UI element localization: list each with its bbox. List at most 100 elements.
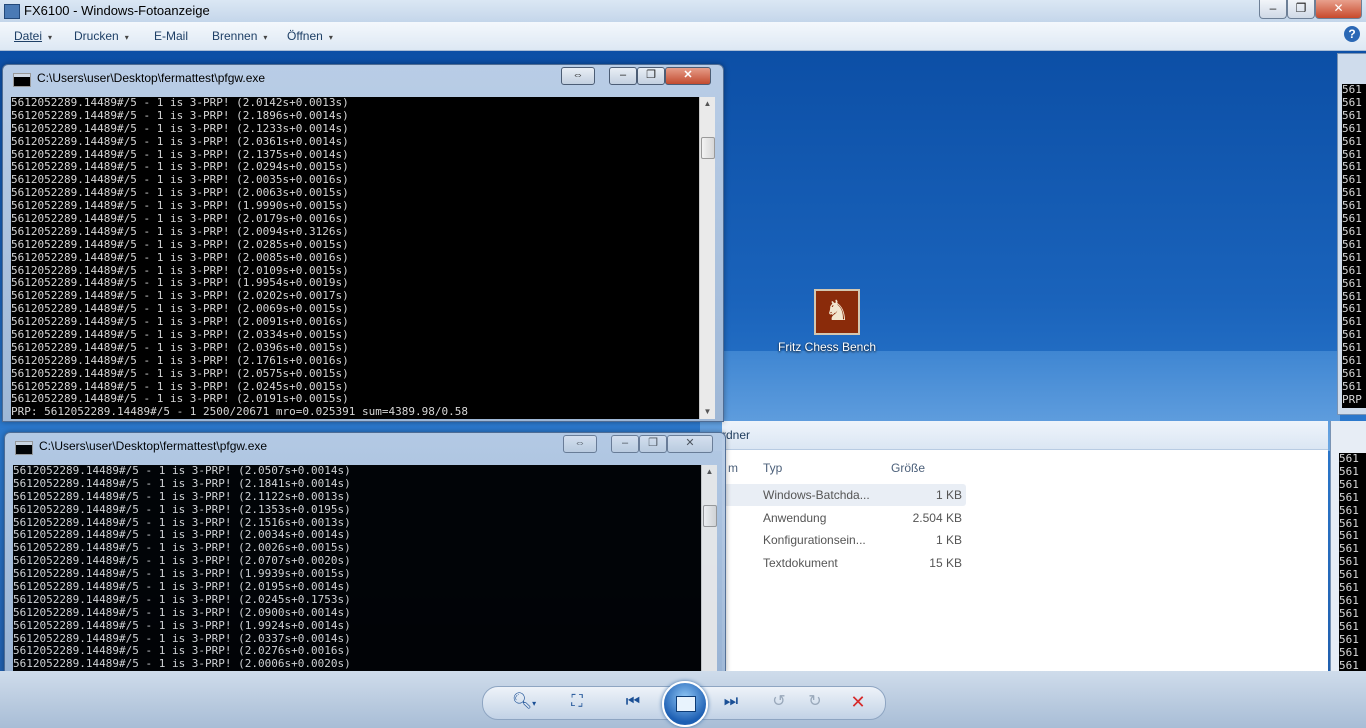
- menu-drucken[interactable]: Drucken ▾: [74, 29, 129, 43]
- close-button[interactable]: ✕: [1315, 0, 1362, 19]
- console-line: 5612052289.14489#/5 - 1 is 3-PRP! (2.017…: [11, 212, 349, 226]
- fritz-label: Fritz Chess Bench: [778, 340, 877, 354]
- file-row: Textdokument 15 KB: [722, 552, 966, 574]
- column-size: Größe: [891, 461, 926, 475]
- menu-email[interactable]: E-Mail: [154, 29, 188, 43]
- explorer-header: rdner: [722, 421, 1328, 450]
- console-line: 561: [1339, 606, 1359, 620]
- console-line: 5612052289.14489#/5 - 1 is 3-PRP! (2.033…: [11, 328, 349, 342]
- file-type: Anwendung: [763, 511, 827, 525]
- console-line: PRP: 5612052289.14489#/5 - 1 2500/20671 …: [11, 405, 468, 419]
- console-line: 561: [1339, 453, 1359, 465]
- slideshow-icon[interactable]: [662, 681, 708, 727]
- console-title: C:\Users\user\Desktop\fermattest\pfgw.ex…: [37, 71, 266, 85]
- console-line: 561: [1342, 379, 1362, 393]
- scroll-thumb[interactable]: [703, 505, 717, 527]
- maximize-button[interactable]: ❐: [637, 67, 665, 85]
- rotate-right-icon[interactable]: ↻: [804, 692, 826, 712]
- column-type: Typ: [763, 461, 783, 475]
- console-line: 5612052289.14489#/5 - 1 is 3-PRP! (2.090…: [13, 605, 351, 619]
- console-line: PRP: [1342, 392, 1362, 406]
- console-line: 561: [1339, 645, 1359, 659]
- console-line: 561: [1339, 593, 1359, 607]
- console-line: 5612052289.14489#/5 - 1 is 3-PRP! (2.008…: [11, 250, 349, 264]
- menu-brennen-label: Brennen: [212, 29, 258, 43]
- chevron-down-icon: ▾: [328, 33, 333, 42]
- resize-icon[interactable]: ⇔: [561, 67, 595, 85]
- file-size: 1 KB: [935, 533, 962, 547]
- console-line: 561: [1342, 276, 1362, 290]
- console-line: 5612052289.14489#/5 - 1 is 3-PRP! (2.057…: [11, 366, 349, 380]
- console-line: 561: [1339, 503, 1359, 517]
- console-line: 561: [1339, 619, 1359, 633]
- scroll-down-icon[interactable]: ▼: [700, 405, 715, 419]
- explorer-window: rdner m Typ Größe Windows-Batchda... 1 K…: [722, 421, 1328, 671]
- console-line: 5612052289.14489#/5 - 1 is 3-PRP! (2.039…: [11, 340, 349, 354]
- viewer-title: FX6100 - Windows-Fotoanzeige: [24, 3, 210, 18]
- console-output: 5612052289.14489#/5 - 1 is 3-PRP! (2.014…: [11, 97, 699, 419]
- console-line: 5612052289.14489#/5 - 1 is 3-PRP! (2.189…: [11, 108, 349, 122]
- console-line: 561: [1342, 366, 1362, 380]
- console-line: 5612052289.14489#/5 - 1 is 3-PRP! (2.050…: [13, 465, 351, 477]
- console-line: 561: [1342, 95, 1362, 109]
- file-row: Konfigurationsein... 1 KB: [722, 529, 966, 551]
- resize-icon[interactable]: ⇔: [563, 435, 597, 453]
- fit-to-window-icon[interactable]: ⛶: [566, 692, 588, 712]
- scroll-up-icon[interactable]: ▲: [702, 465, 717, 479]
- photo-viewer-icon: [4, 4, 20, 19]
- console-line: 561: [1339, 477, 1359, 491]
- maximize-button[interactable]: ❐: [639, 435, 667, 453]
- right-console-window: 561 561 561 561 561 561 561 561 561 561 561 561 561 5…: [1337, 53, 1366, 415]
- console-icon: [13, 73, 31, 87]
- menu-datei-label: Datei: [14, 29, 43, 43]
- console-output: 5612052289.14489#/5 - 1 is 3-PRP! (2.050…: [13, 465, 701, 672]
- menu-oeffnen[interactable]: Öffnen ▾: [287, 29, 333, 43]
- console-line: 561: [1342, 250, 1362, 264]
- help-icon[interactable]: ?: [1344, 26, 1360, 42]
- previous-icon[interactable]: ⏮: [620, 692, 646, 712]
- console-line: 561: [1339, 490, 1359, 504]
- console-window-2: C:\Users\user\Desktop\fermattest\pfgw.ex…: [4, 432, 726, 673]
- console-icon: [15, 441, 33, 455]
- console-line: 561: [1342, 224, 1362, 238]
- menu-datei[interactable]: Datei ▾: [14, 29, 52, 43]
- column-name: m: [728, 461, 738, 475]
- minimize-button[interactable]: –: [611, 435, 639, 453]
- console-line: 5612052289.14489#/5 - 1 is 3-PRP! (2.019…: [13, 580, 351, 594]
- console-line: 5612052289.14489#/5 - 1 is 3-PRP! (2.028…: [11, 237, 349, 251]
- console-line: 561: [1339, 658, 1359, 671]
- console-line: 561: [1342, 84, 1362, 96]
- console-line: 5612052289.14489#/5 - 1 is 3-PRP! (2.184…: [13, 476, 351, 490]
- rotate-left-icon[interactable]: ↺: [768, 692, 790, 712]
- scrollbar[interactable]: ▲ ▼: [699, 97, 715, 419]
- menu-brennen[interactable]: Brennen ▾: [212, 29, 267, 43]
- file-size: 1 KB: [935, 488, 962, 502]
- menu-oeffnen-label: Öffnen: [287, 29, 323, 43]
- zoom-icon[interactable]: 🔍︎▾: [506, 692, 542, 712]
- console-line: 5612052289.14489#/5 - 1 is 3-PRP! (2.112…: [13, 489, 351, 503]
- console-window-1: C:\Users\user\Desktop\fermattest\pfgw.ex…: [2, 64, 724, 422]
- console-line: 561: [1339, 632, 1359, 646]
- right-console-window-lower: 561 561 561 561 561 561 561 561 561 561 561 561 561 5…: [1330, 421, 1366, 671]
- next-icon[interactable]: ⏭: [718, 692, 744, 712]
- console-line: 5612052289.14489#/5 - 1 is 3-PRP! (2.014…: [11, 97, 349, 109]
- console-line: 5612052289.14489#/5 - 1 is 3-PRP! (2.176…: [11, 353, 349, 367]
- maximize-button[interactable]: ❐: [1287, 0, 1315, 19]
- scroll-up-icon[interactable]: ▲: [700, 97, 715, 111]
- file-size: 2.504 KB: [912, 511, 962, 525]
- console-line: 561: [1342, 354, 1362, 368]
- chevron-down-icon: ▾: [263, 33, 268, 42]
- slideshow-screen: [676, 696, 696, 712]
- console-line: 561: [1342, 237, 1362, 251]
- file-size: 15 KB: [929, 556, 962, 570]
- delete-icon[interactable]: ✕: [846, 692, 870, 712]
- scrollbar[interactable]: ▲: [701, 465, 717, 672]
- console-line: 561: [1342, 121, 1362, 135]
- minimize-button[interactable]: –: [1259, 0, 1287, 19]
- minimize-button[interactable]: –: [609, 67, 637, 85]
- close-button[interactable]: ✕: [665, 67, 711, 85]
- close-button[interactable]: ✕: [667, 435, 713, 453]
- console-line: 561: [1342, 108, 1362, 122]
- file-type: Konfigurationsein...: [763, 533, 866, 547]
- scroll-thumb[interactable]: [701, 137, 715, 159]
